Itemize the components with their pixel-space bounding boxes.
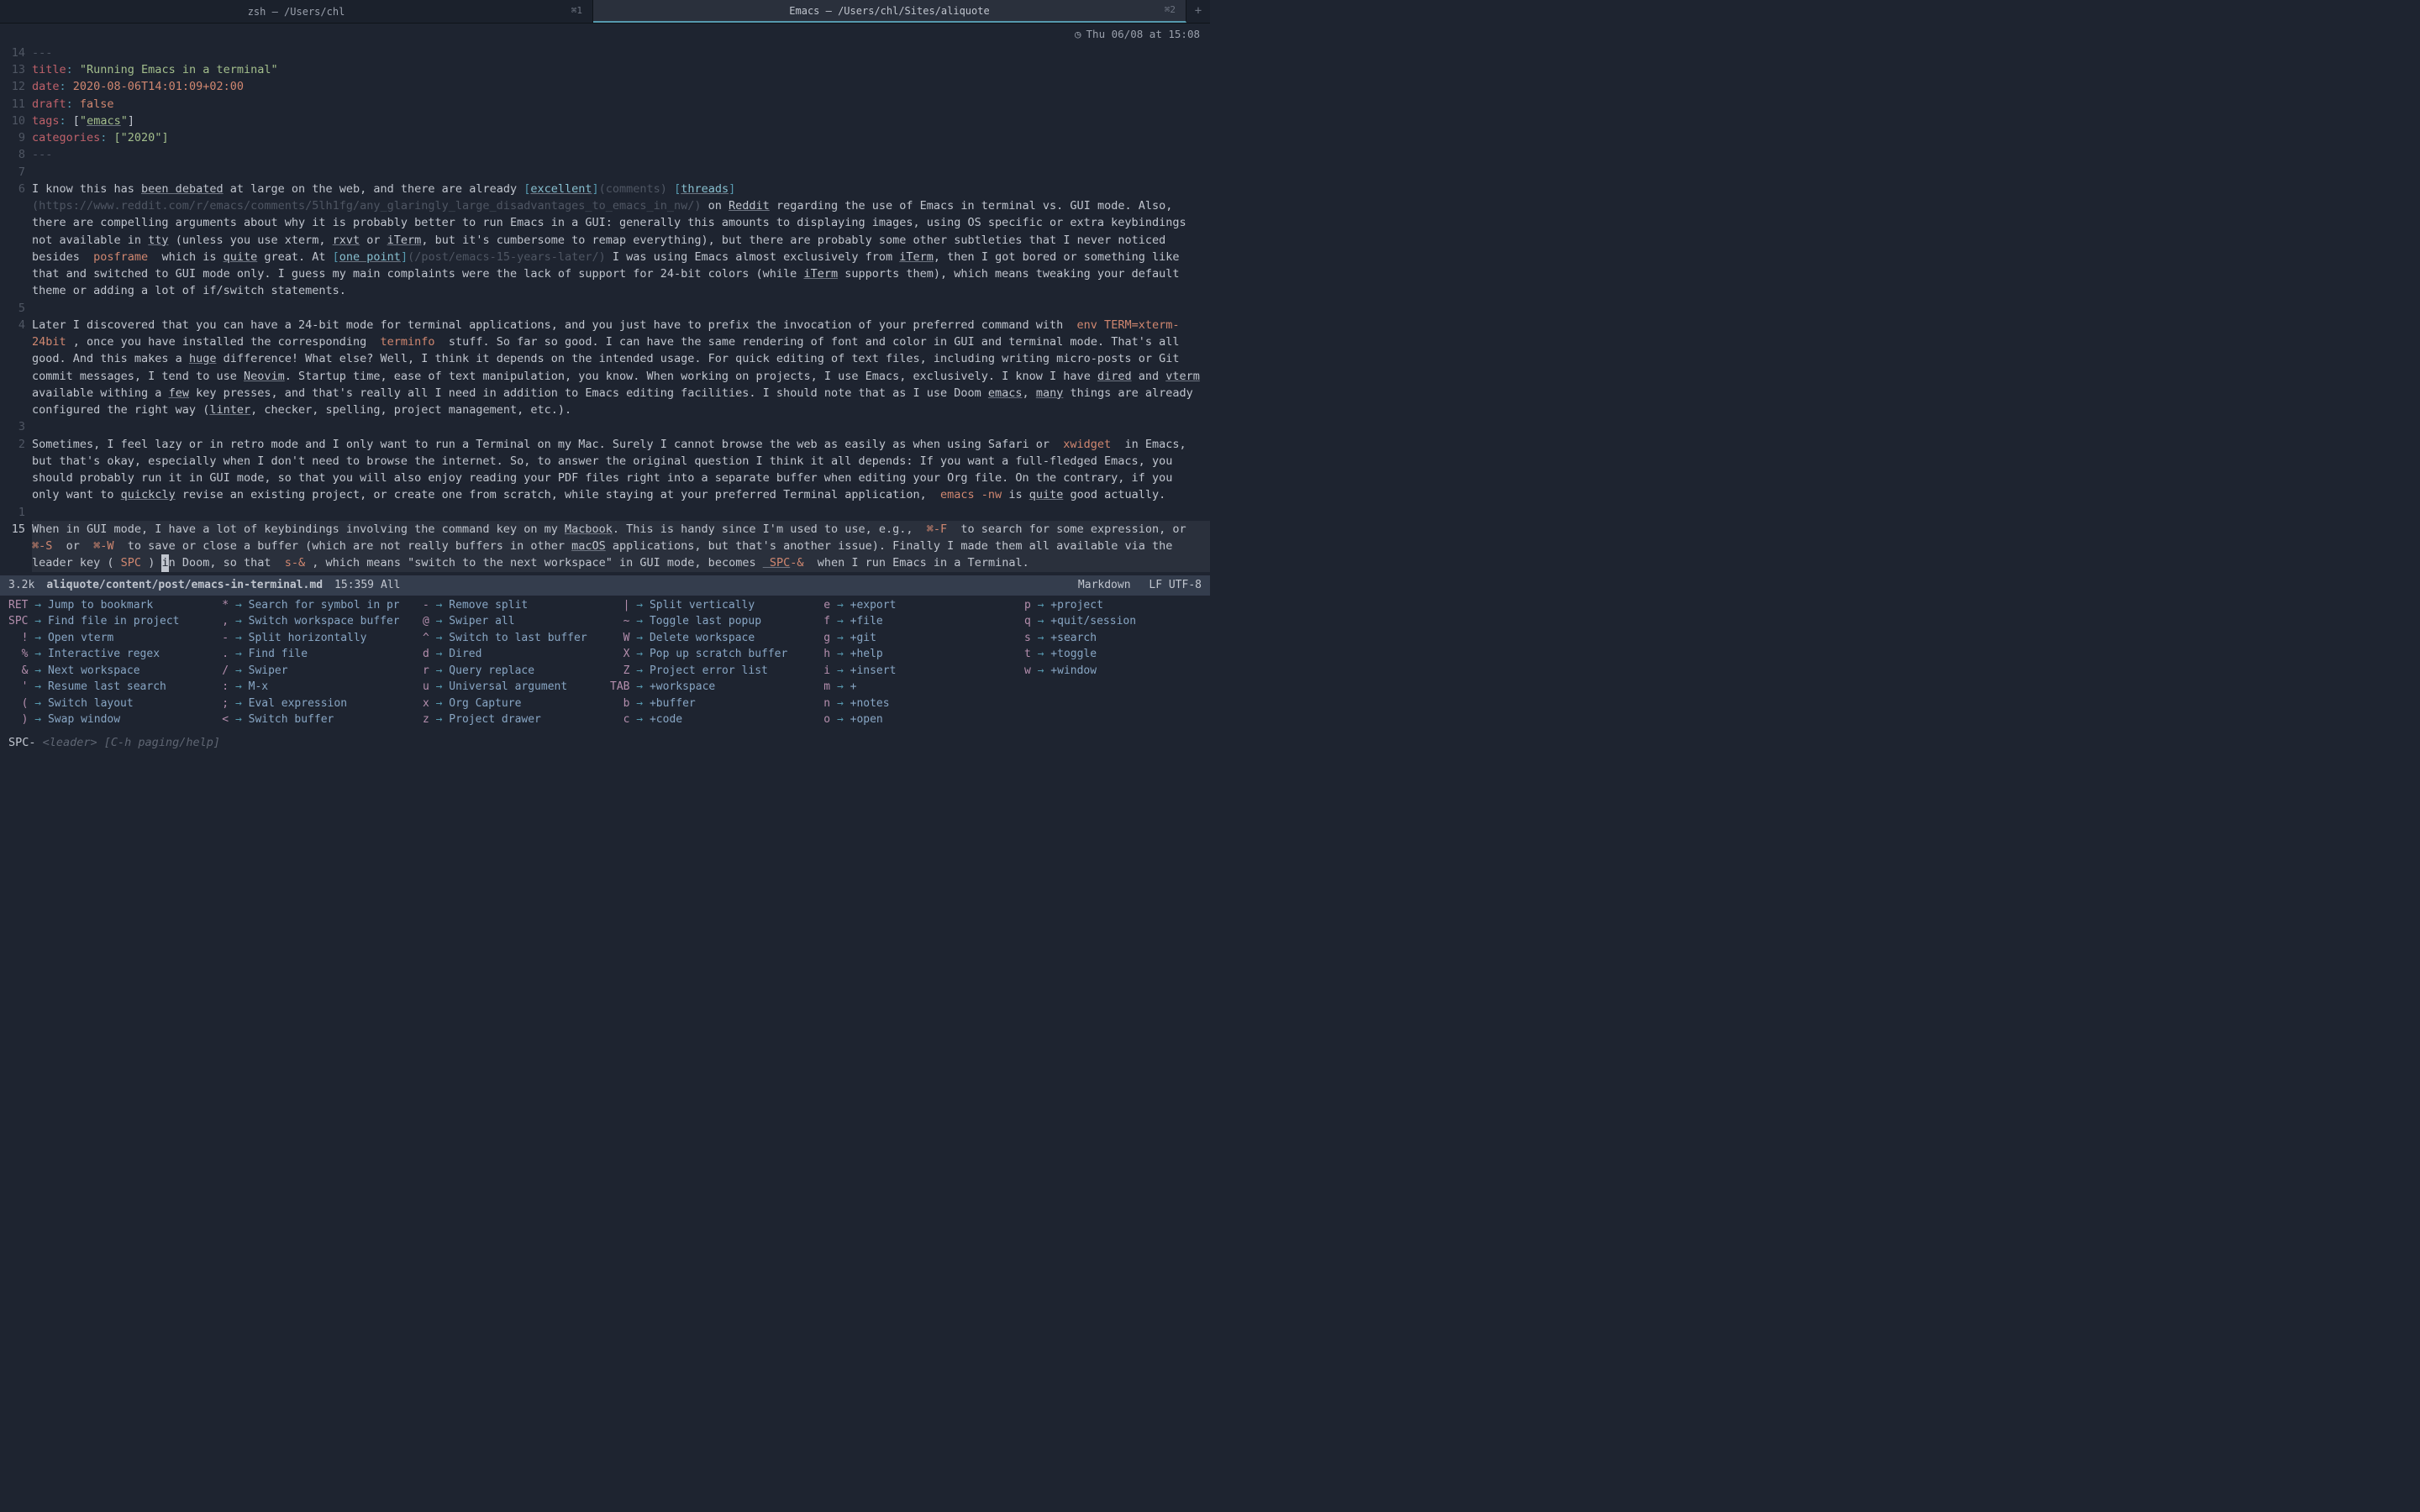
tab-emacs[interactable]: Emacs — /Users/chl/Sites/aliquote ⌘2 <box>593 0 1186 23</box>
line-number: 12 <box>3 78 32 95</box>
buffer-percent: All <box>381 577 400 594</box>
line-number: 1 <box>3 504 32 521</box>
which-key-item[interactable]: h → +help <box>811 646 1002 663</box>
line-number: 8 <box>3 146 32 163</box>
which-key-item[interactable]: : → M-x <box>209 679 400 696</box>
which-key-item[interactable]: z → Project drawer <box>409 711 600 728</box>
buffer-path: aliquote/content/post/emacs-in-terminal.… <box>46 577 323 594</box>
line-number: 11 <box>3 96 32 113</box>
which-key-item[interactable]: f → +file <box>811 613 1002 630</box>
new-tab-button[interactable]: + <box>1186 0 1210 23</box>
which-key-item[interactable]: q → +quit/session <box>1011 613 1202 630</box>
line-number: 14 <box>3 45 32 61</box>
which-key-item[interactable]: p → +project <box>1011 597 1202 614</box>
which-key-item[interactable]: RET → Jump to bookmark <box>8 597 199 614</box>
which-key-item[interactable]: % → Interactive regex <box>8 646 199 663</box>
which-key-item[interactable]: b → +buffer <box>610 696 801 712</box>
line-number: 10 <box>3 113 32 129</box>
line-number: 2 <box>3 436 32 504</box>
minibuffer[interactable]: SPC- <leader> [C-h paging/help] <box>0 732 1210 756</box>
line-number: 5 <box>3 300 32 317</box>
which-key-item[interactable]: g → +git <box>811 630 1002 647</box>
which-key-item[interactable]: . → Find file <box>209 646 400 663</box>
which-key-item[interactable]: ! → Open vterm <box>8 630 199 647</box>
line-number: 4 <box>3 317 32 419</box>
which-key-item[interactable]: - → Remove split <box>409 597 600 614</box>
datetime: ◷ Thu 06/08 at 15:08 <box>0 24 1210 45</box>
line-number: 13 <box>3 61 32 78</box>
which-key-item[interactable]: m → + <box>811 679 1002 696</box>
which-key-item[interactable]: ) → Swap window <box>8 711 199 728</box>
modeline: 3.2k aliquote/content/post/emacs-in-term… <box>0 575 1210 596</box>
titlebar: zsh — /Users/chl ⌘1 Emacs — /Users/chl/S… <box>0 0 1210 24</box>
tab-shortcut: ⌘1 <box>571 4 582 18</box>
clock-icon: ◷ <box>1075 28 1081 40</box>
line-number: 6 <box>3 181 32 300</box>
line-number: 7 <box>3 164 32 181</box>
which-key-item[interactable]: * → Search for symbol in projec.. <box>209 597 400 614</box>
buffer-size: 3.2k <box>8 577 34 594</box>
which-key-item <box>1011 711 1202 728</box>
which-key-item[interactable]: / → Swiper <box>209 663 400 680</box>
major-mode: Markdown <box>1078 579 1131 591</box>
which-key-item[interactable]: r → Query replace <box>409 663 600 680</box>
which-key-item[interactable]: d → Dired <box>409 646 600 663</box>
which-key-popup: RET → Jump to bookmark * → Search for sy… <box>0 596 1210 732</box>
which-key-item[interactable]: ( → Switch layout <box>8 696 199 712</box>
line-number-current: 15 <box>3 521 32 572</box>
encoding: LF UTF-8 <box>1149 579 1202 591</box>
which-key-item[interactable]: w → +window <box>1011 663 1202 680</box>
which-key-item <box>1011 679 1202 696</box>
which-key-item[interactable]: TAB → +workspace <box>610 679 801 696</box>
datetime-text: Thu 06/08 at 15:08 <box>1086 28 1200 40</box>
cursor: i <box>161 554 168 571</box>
which-key-item[interactable]: e → +export <box>811 597 1002 614</box>
tab-zsh[interactable]: zsh — /Users/chl ⌘1 <box>0 0 593 23</box>
minibuffer-prompt: SPC- <box>8 736 36 749</box>
line-number: 9 <box>3 129 32 146</box>
which-key-item[interactable]: c → +code <box>610 711 801 728</box>
which-key-item[interactable]: ; → Eval expression <box>209 696 400 712</box>
which-key-item[interactable]: SPC → Find file in project <box>8 613 199 630</box>
cursor-position: 15:359 <box>334 577 374 594</box>
which-key-item[interactable]: ~ → Toggle last popup <box>610 613 801 630</box>
which-key-item[interactable]: ' → Resume last search <box>8 679 199 696</box>
line-number: 3 <box>3 418 32 435</box>
which-key-item[interactable]: & → Next workspace <box>8 663 199 680</box>
which-key-item[interactable]: X → Pop up scratch buffer <box>610 646 801 663</box>
which-key-item[interactable]: - → Split horizontally <box>209 630 400 647</box>
which-key-item[interactable]: s → +search <box>1011 630 1202 647</box>
minibuffer-hint: <leader> [C-h paging/help] <box>36 736 220 749</box>
tab-label: Emacs — /Users/chl/Sites/aliquote <box>789 3 989 18</box>
which-key-item[interactable]: Z → Project error list <box>610 663 801 680</box>
which-key-item[interactable]: t → +toggle <box>1011 646 1202 663</box>
which-key-item <box>1011 696 1202 712</box>
which-key-item[interactable]: | → Split vertically <box>610 597 801 614</box>
which-key-item[interactable]: n → +notes <box>811 696 1002 712</box>
tab-shortcut: ⌘2 <box>1165 3 1176 18</box>
tab-label: zsh — /Users/chl <box>248 4 345 19</box>
which-key-item[interactable]: < → Switch buffer <box>209 711 400 728</box>
which-key-item[interactable]: W → Delete workspace <box>610 630 801 647</box>
which-key-item[interactable]: , → Switch workspace buffer <box>209 613 400 630</box>
which-key-item[interactable]: ^ → Switch to last buffer <box>409 630 600 647</box>
editor-area[interactable]: 14--- 13title: "Running Emacs in a termi… <box>0 45 1210 576</box>
which-key-item[interactable]: x → Org Capture <box>409 696 600 712</box>
which-key-item[interactable]: u → Universal argument <box>409 679 600 696</box>
which-key-item[interactable]: o → +open <box>811 711 1002 728</box>
which-key-item[interactable]: @ → Swiper all <box>409 613 600 630</box>
which-key-item[interactable]: i → +insert <box>811 663 1002 680</box>
